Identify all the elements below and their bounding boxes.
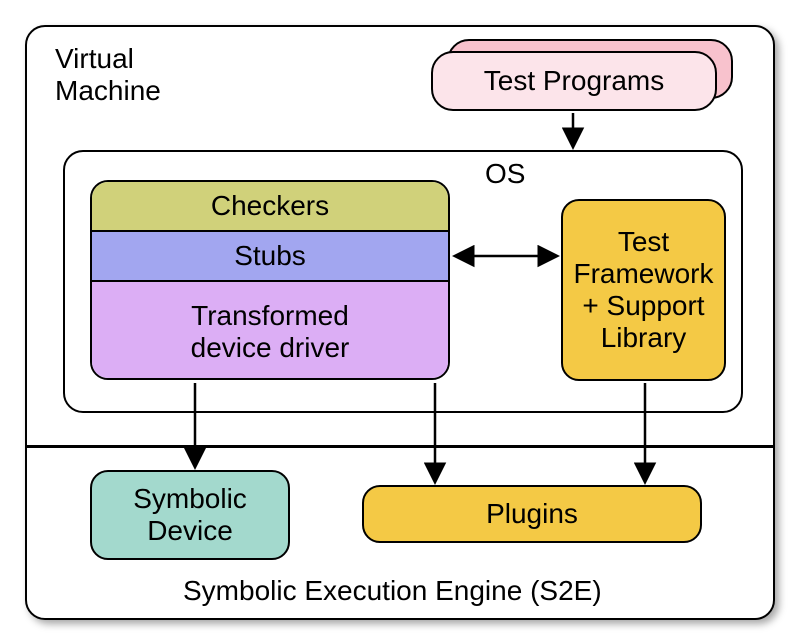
checkers-box: Checkers [92,182,448,232]
engine-label: Symbolic Execution Engine (S2E) [183,575,602,607]
stubs-box: Stubs [92,232,448,282]
driver-box: Transformeddevice driver [92,282,448,380]
checkers-text: Checkers [211,190,329,222]
test-framework-text: TestFramework+ SupportLibrary [573,226,713,355]
plugins-text: Plugins [486,498,578,530]
driver-stack-box: Checkers Stubs Transformeddevice driver [90,180,450,380]
symbolic-device-box: SymbolicDevice [90,470,290,560]
test-framework-box: TestFramework+ SupportLibrary [561,199,726,381]
divider-line [25,445,775,448]
symbolic-device-text: SymbolicDevice [133,483,247,547]
test-programs-box: Test Programs [431,51,717,111]
driver-text: Transformeddevice driver [191,300,350,364]
architecture-diagram: VirtualMachine Test Programs OS Checkers… [15,15,785,629]
vm-label: VirtualMachine [55,43,161,107]
os-label: OS [485,158,525,190]
plugins-box: Plugins [362,485,702,543]
test-programs-text: Test Programs [484,65,665,97]
stubs-text: Stubs [234,240,306,272]
